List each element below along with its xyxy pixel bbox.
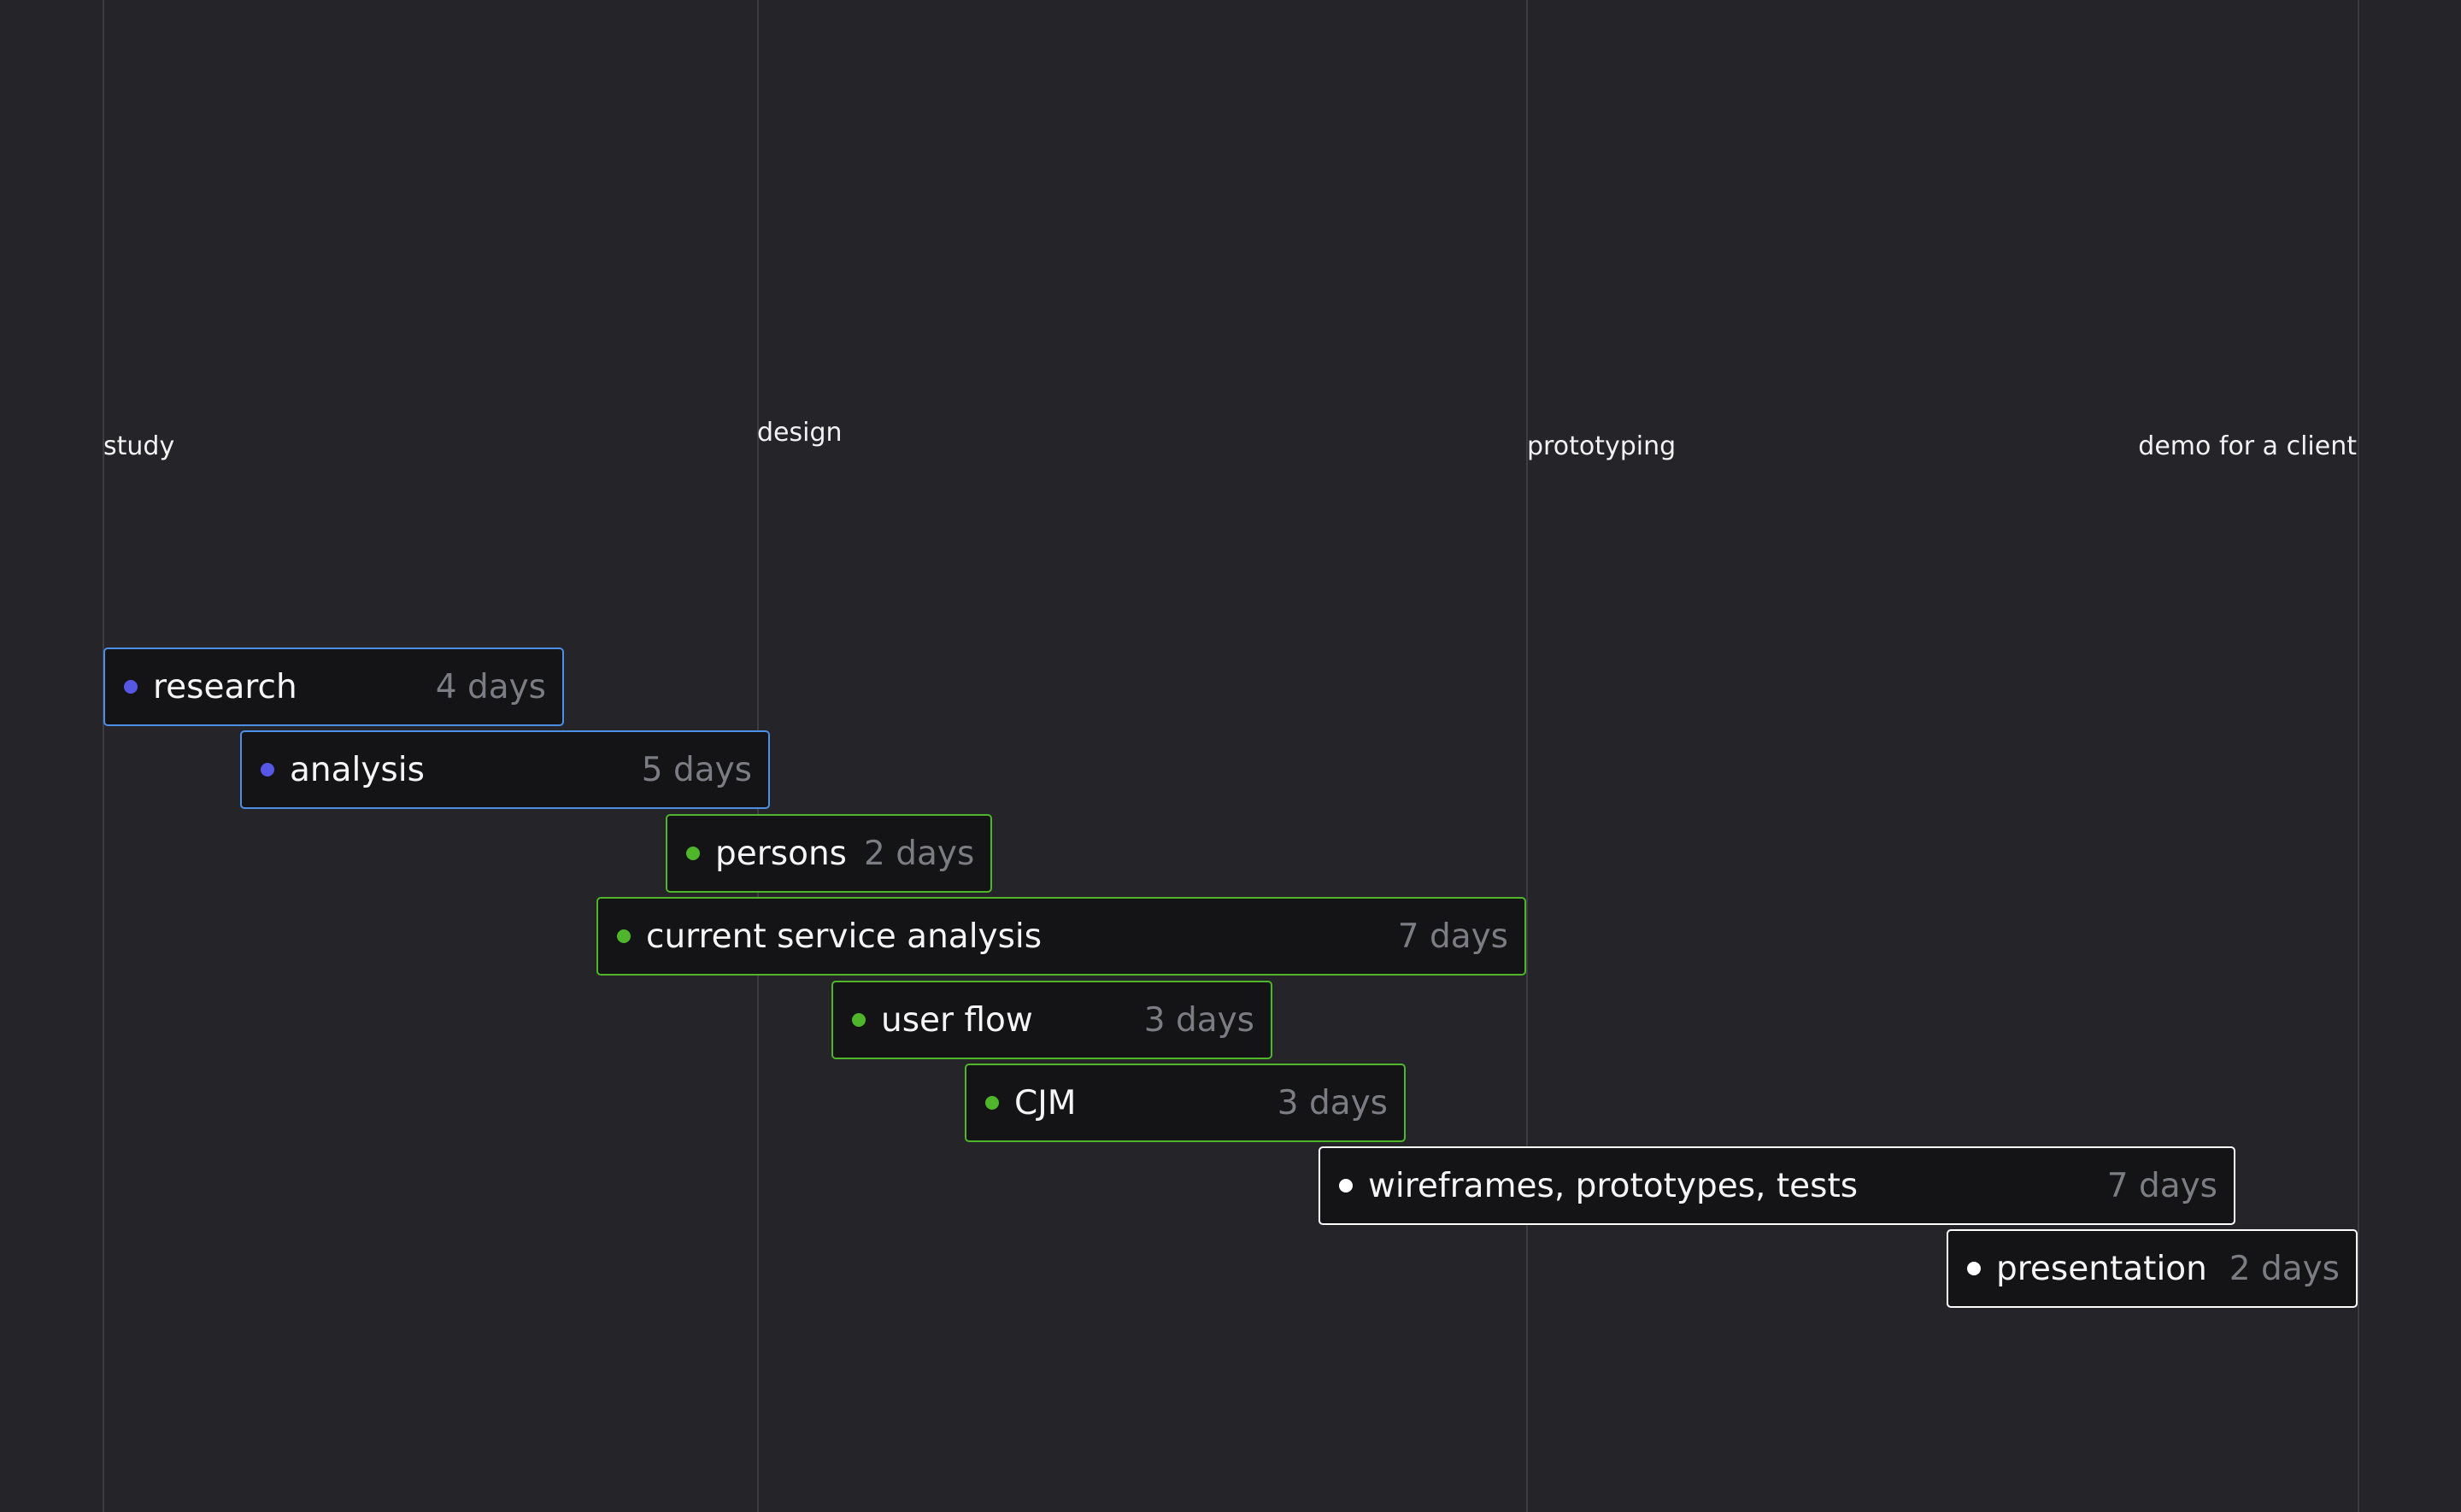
task-status-dot: [985, 1096, 999, 1110]
task-status-dot: [261, 763, 274, 777]
task-status-dot: [852, 1013, 866, 1027]
task-duration: 2 days: [2229, 1249, 2340, 1288]
task-duration: 7 days: [1397, 917, 1508, 956]
task-duration: 7 days: [2106, 1166, 2217, 1205]
task-duration: 3 days: [1277, 1083, 1388, 1122]
task-duration: 4 days: [435, 667, 546, 706]
task-name: analysis: [290, 750, 425, 789]
task-name: CJM: [1014, 1083, 1077, 1122]
task-name: research: [153, 667, 297, 706]
task-bar-analysis[interactable]: analysis 5 days: [240, 730, 770, 809]
task-bar-persons[interactable]: persons 2 days: [666, 814, 992, 893]
phase-label-design: design: [757, 418, 843, 448]
phase-label-demo-for-a-client: demo for a client: [2138, 431, 2357, 461]
task-duration: 2 days: [864, 834, 975, 873]
phase-divider-prototyping: [1526, 0, 1528, 1512]
task-bar-presentation[interactable]: presentation 2 days: [1947, 1229, 2358, 1308]
task-duration: 5 days: [641, 750, 752, 789]
phase-label-study: study: [103, 431, 175, 461]
task-status-dot: [617, 929, 631, 943]
task-duration: 3 days: [1143, 1000, 1254, 1040]
task-name: presentation: [1996, 1249, 2207, 1288]
task-bar-current-service-analysis[interactable]: current service analysis 7 days: [596, 897, 1526, 976]
task-name: wireframes, prototypes, tests: [1368, 1166, 1859, 1205]
task-status-dot: [686, 847, 700, 860]
phase-divider-demo: [2358, 0, 2359, 1512]
task-bar-user-flow[interactable]: user flow 3 days: [831, 981, 1272, 1059]
task-status-dot: [124, 680, 138, 694]
phase-label-prototyping: prototyping: [1527, 431, 1677, 461]
task-status-dot: [1967, 1262, 1981, 1275]
project-timeline: study design prototyping demo for a clie…: [0, 0, 2461, 1512]
phase-divider-study: [103, 0, 104, 1512]
task-bar-cjm[interactable]: CJM 3 days: [965, 1064, 1406, 1142]
task-bar-wireframes-prototypes-tests[interactable]: wireframes, prototypes, tests 7 days: [1319, 1146, 2235, 1225]
task-status-dot: [1339, 1179, 1353, 1193]
task-bar-research[interactable]: research 4 days: [103, 648, 564, 726]
task-name: current service analysis: [646, 917, 1043, 956]
task-name: user flow: [881, 1000, 1033, 1040]
task-name: persons: [715, 834, 848, 873]
